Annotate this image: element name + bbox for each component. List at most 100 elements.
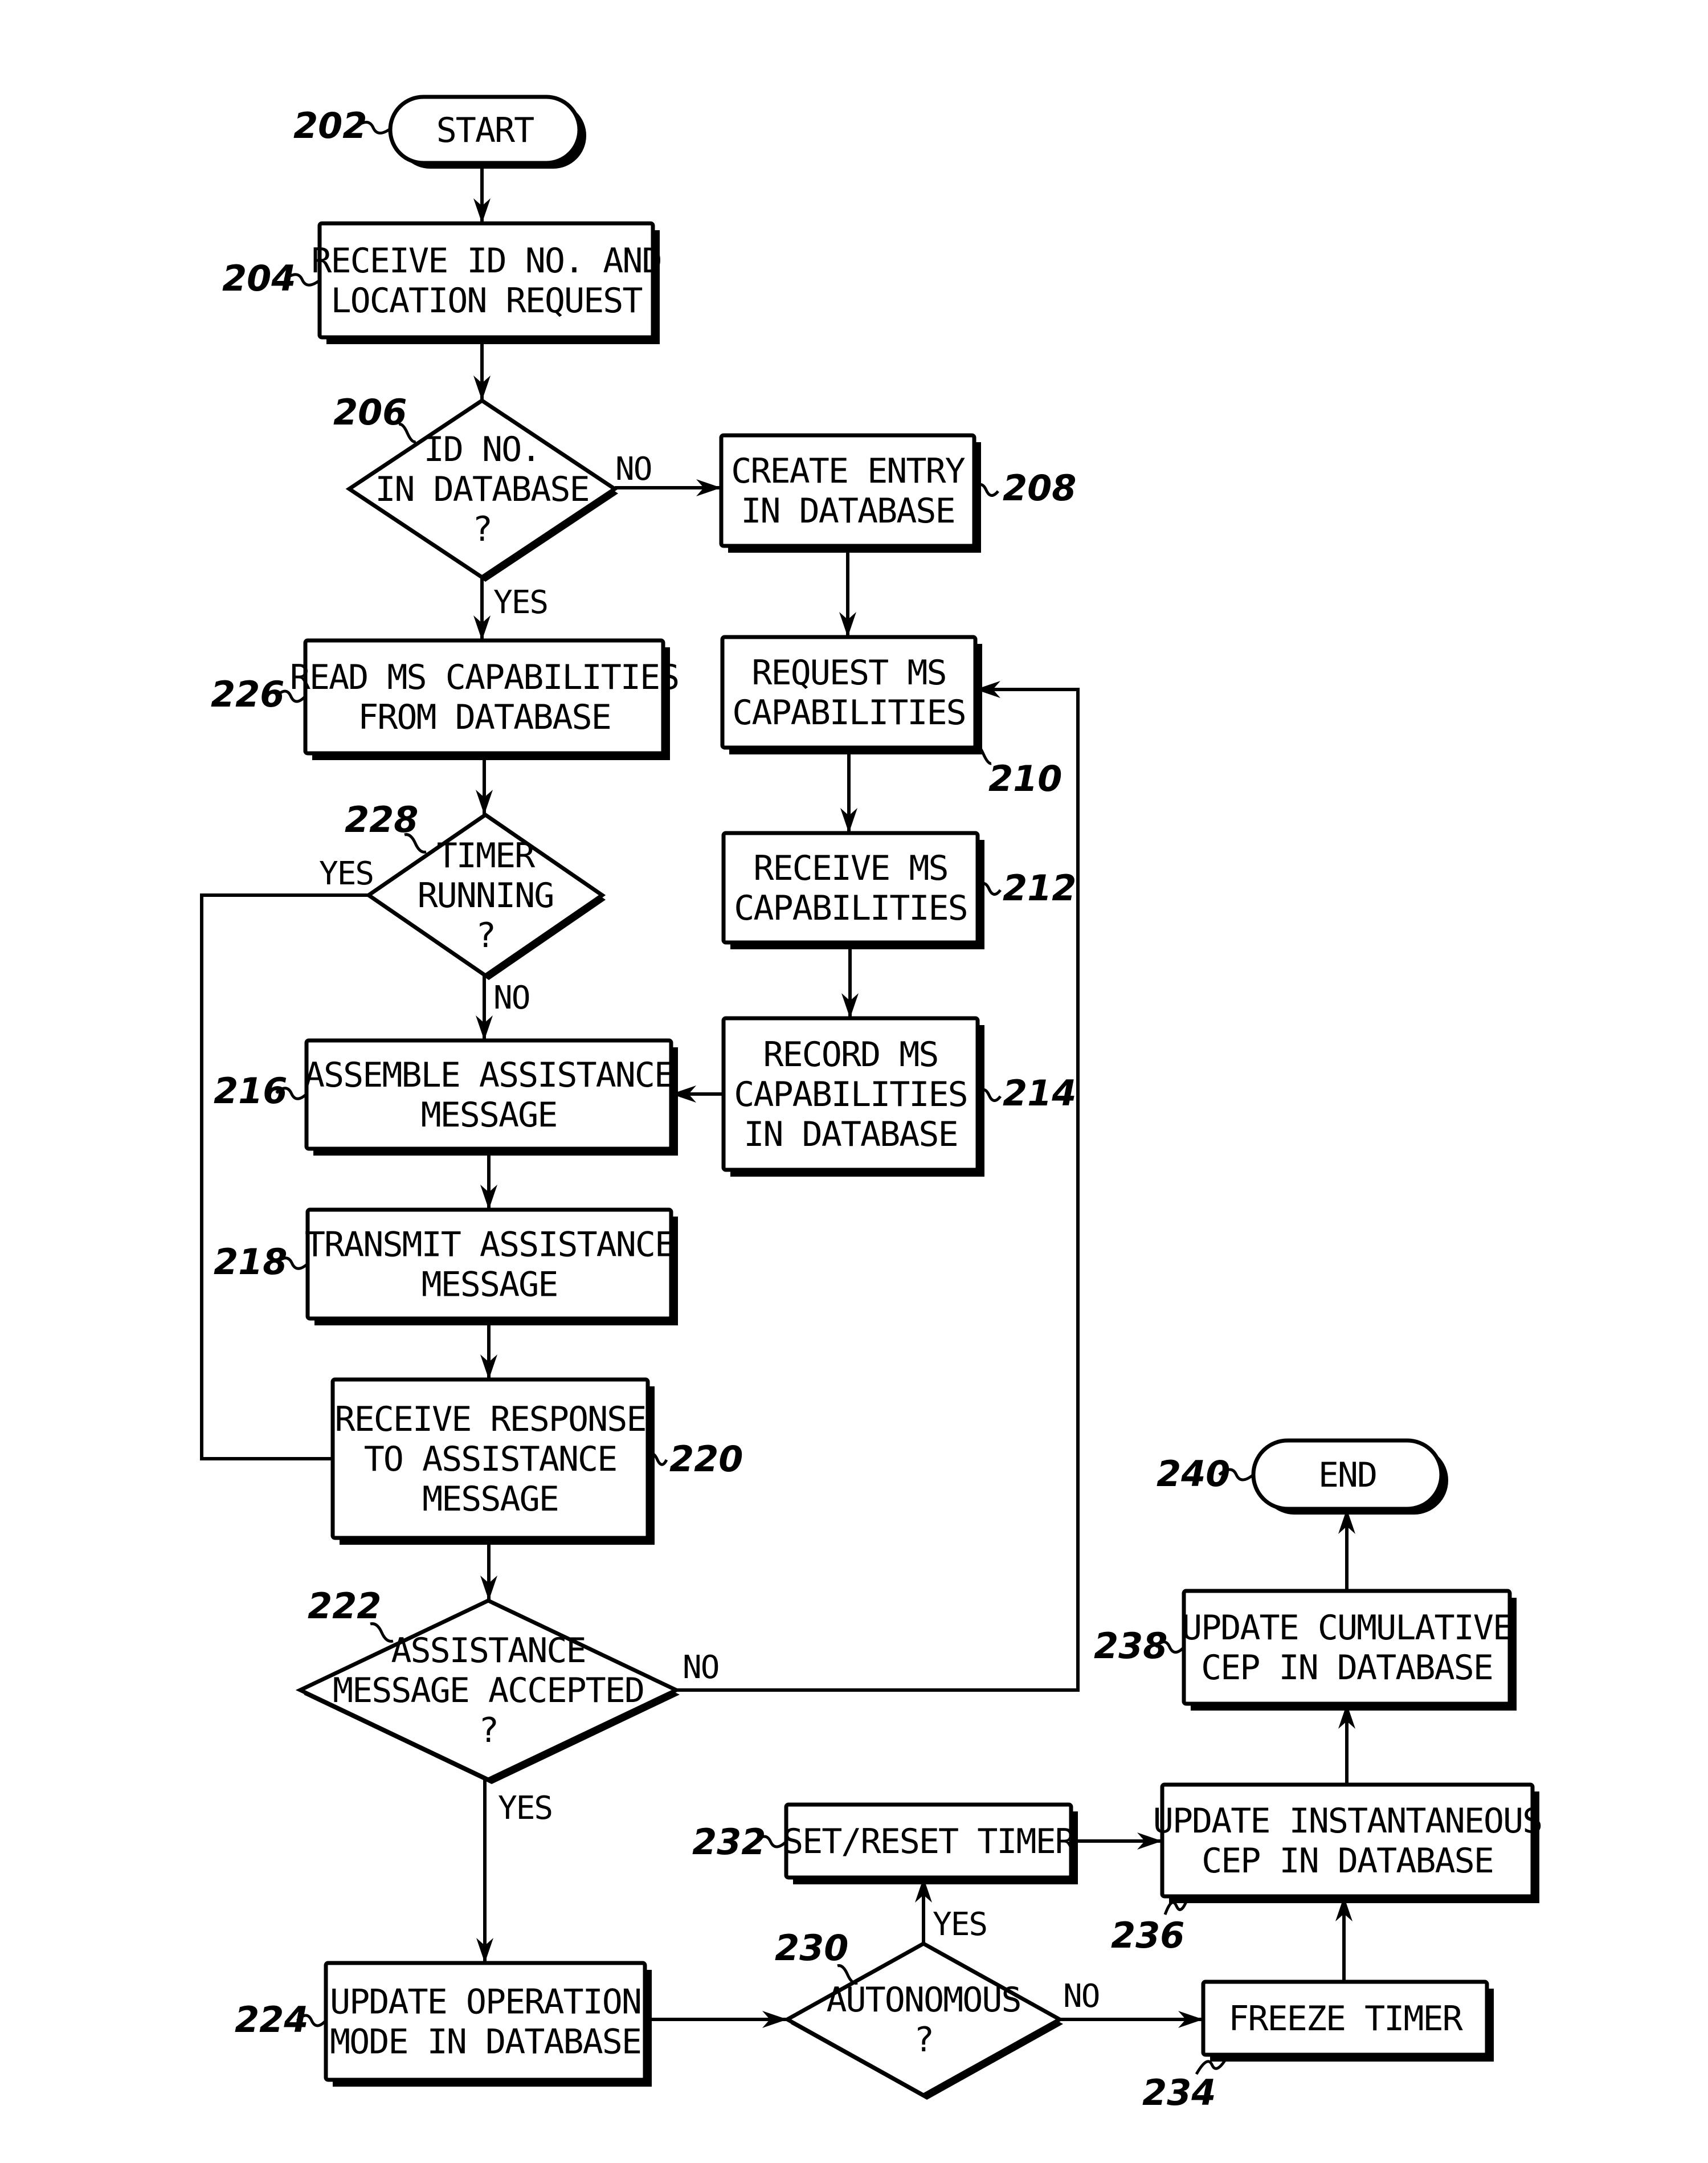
node-label: LOCATION REQUEST: [331, 281, 643, 321]
flowchart-canvas: START 202 RECEIVE ID NO. ANDLOCATION REQUE…: [200, 95, 1543, 2113]
ref-number: 238: [1094, 1625, 1167, 1667]
node-label: END: [1318, 1455, 1376, 1495]
edge-224-230: [645, 2011, 787, 2028]
node-214: RECORD MSCAPABILITIESIN DATABASE 214: [721, 1016, 1076, 1177]
branch-label-228-yes: YES: [319, 855, 373, 892]
node-label: IN DATABASE: [741, 491, 954, 531]
node-label: RECORD MS: [763, 1035, 938, 1075]
node-234: FREEZE TIMER 234: [1142, 1980, 1494, 2113]
node-label: IN DATABASE: [375, 470, 589, 509]
node-label: START: [436, 111, 534, 150]
ref-number: 234: [1142, 2072, 1216, 2113]
node-222: ASSISTANCEMESSAGE ACCEPTED? 222: [295, 1585, 681, 1784]
edge-238-240: [1338, 1509, 1355, 1591]
ref-number: 204: [222, 258, 296, 299]
node-label: CEP IN DATABASE: [1202, 1841, 1493, 1881]
node-label: RECEIVE ID NO. AND: [311, 241, 661, 281]
edge-232-236: [1074, 1833, 1162, 1850]
node-label: ?: [476, 916, 495, 956]
node-224: UPDATE OPERATIONMODE IN DATABASE 224: [235, 1961, 652, 2087]
ref-number: 236: [1111, 1915, 1184, 1956]
node-216: ASSEMBLE ASSISTANCEMESSAGE 216: [214, 1038, 678, 1156]
node-label: READ MS CAPABILITIES: [290, 658, 679, 697]
edge-208-210: [839, 549, 856, 637]
node-240: END 240: [1157, 1438, 1448, 1515]
node-label: FROM DATABASE: [358, 697, 611, 737]
node-label: ID NO.: [424, 430, 541, 470]
node-label: TO ASSISTANCE: [364, 1439, 617, 1479]
edge-230-232: [915, 1878, 932, 1944]
node-228: TIMERRUNNING? 228: [345, 799, 606, 980]
node-212: RECEIVE MSCAPABILITIES 212: [721, 831, 1076, 949]
branch-label-228-no: NO: [493, 980, 529, 1017]
node-label: MESSAGE: [421, 1095, 557, 1135]
ref-number: 222: [308, 1585, 381, 1627]
edge-220-222: [480, 1541, 497, 1601]
node-label: ASSISTANCE: [391, 1631, 585, 1671]
node-218: TRANSMIT ASSISTANCEMESSAGE 218: [214, 1207, 678, 1325]
node-label: CREATE ENTRY: [731, 451, 965, 491]
node-label: RECEIVE MS: [753, 848, 947, 888]
edge-222-224: [476, 1780, 493, 1963]
node-206: ID NO.IN DATABASE? 206: [333, 391, 619, 582]
branch-label-230-no: NO: [1063, 1978, 1099, 2015]
edge-206-226: [473, 577, 491, 640]
edge-226-228: [476, 757, 493, 815]
ref-number: 232: [692, 1821, 766, 1863]
node-label: ?: [472, 509, 492, 549]
edge-228-216: [476, 976, 493, 1040]
node-226: READ MS CAPABILITIESFROM DATABASE 226: [211, 638, 680, 760]
ref-number: 208: [1003, 467, 1076, 509]
edge-218-220: [480, 1322, 497, 1380]
node-label: MESSAGE: [422, 1265, 558, 1305]
node-label: REQUEST MS: [751, 653, 946, 693]
node-204: RECEIVE ID NO. ANDLOCATION REQUEST 204: [222, 221, 663, 344]
edge-line: [200, 893, 369, 1460]
ref-number: 202: [293, 105, 367, 146]
branch-label-206-yes: YES: [493, 584, 547, 621]
node-label: MESSAGE ACCEPTED: [333, 1671, 644, 1711]
node-label: CAPABILITIES: [734, 888, 967, 928]
node-232: SET/RESET TIMER 232: [692, 1802, 1078, 1884]
node-label: SET/RESET TIMER: [783, 1822, 1076, 1862]
ref-number: 226: [211, 674, 284, 715]
ref-number: 218: [214, 1241, 287, 1283]
edge-234-236: [1335, 1896, 1352, 1982]
ref-number: 220: [669, 1438, 743, 1480]
node-label: MESSAGE: [422, 1479, 558, 1519]
ref-number: 216: [214, 1070, 287, 1112]
node-label: UPDATE OPERATION: [330, 1982, 641, 2022]
node-label: RECEIVE RESPONSE: [335, 1399, 646, 1439]
node-236: UPDATE INSTANTANEOUSCEP IN DATABASE 236: [1111, 1782, 1543, 1956]
node-label: IN DATABASE: [743, 1115, 957, 1154]
ref-number: 228: [345, 799, 418, 840]
node-label: UPDATE INSTANTANEOUS: [1153, 1801, 1542, 1841]
edge-228-220: [200, 893, 369, 1460]
node-238: UPDATE CUMULATIVECEP IN DATABASE 238: [1094, 1589, 1517, 1711]
node-label: RUNNING: [418, 876, 554, 916]
node-220: RECEIVE RESPONSETO ASSISTANCEMESSAGE 220: [330, 1377, 743, 1545]
node-label: CAPABILITIES: [734, 1075, 967, 1115]
node-label: UPDATE CUMULATIVE: [1182, 1608, 1512, 1648]
ref-number: 214: [1003, 1072, 1076, 1114]
node-208: CREATE ENTRYIN DATABASE 208: [719, 433, 1076, 553]
branch-label-222-yes: YES: [498, 1790, 552, 1827]
ref-number: 240: [1157, 1453, 1230, 1495]
node-230: AUTONOMOUS? 230: [775, 1927, 1064, 2100]
branch-label-206-no: NO: [615, 451, 651, 488]
branch-label-222-no: NO: [683, 1649, 718, 1686]
node-label: ?: [479, 1711, 498, 1750]
branch-label-230-yes: YES: [933, 1906, 987, 1943]
edge-236-238: [1338, 1704, 1355, 1785]
node-label: TIMER: [437, 836, 536, 876]
node-202: START 202: [293, 95, 586, 169]
node-label: CAPABILITIES: [732, 693, 965, 733]
node-label: ASSEMBLE ASSISTANCE: [304, 1055, 673, 1095]
edge-202-204: [473, 163, 491, 223]
node-label: CEP IN DATABASE: [1201, 1648, 1493, 1688]
nodes-layer: START 202 RECEIVE ID NO. ANDLOCATION REQUE…: [211, 95, 1543, 2113]
ref-number: 230: [775, 1927, 848, 1969]
edge-214-216: [671, 1085, 724, 1103]
ref-number: 210: [988, 758, 1062, 799]
node-label: FREEZE TIMER: [1228, 1999, 1463, 2039]
